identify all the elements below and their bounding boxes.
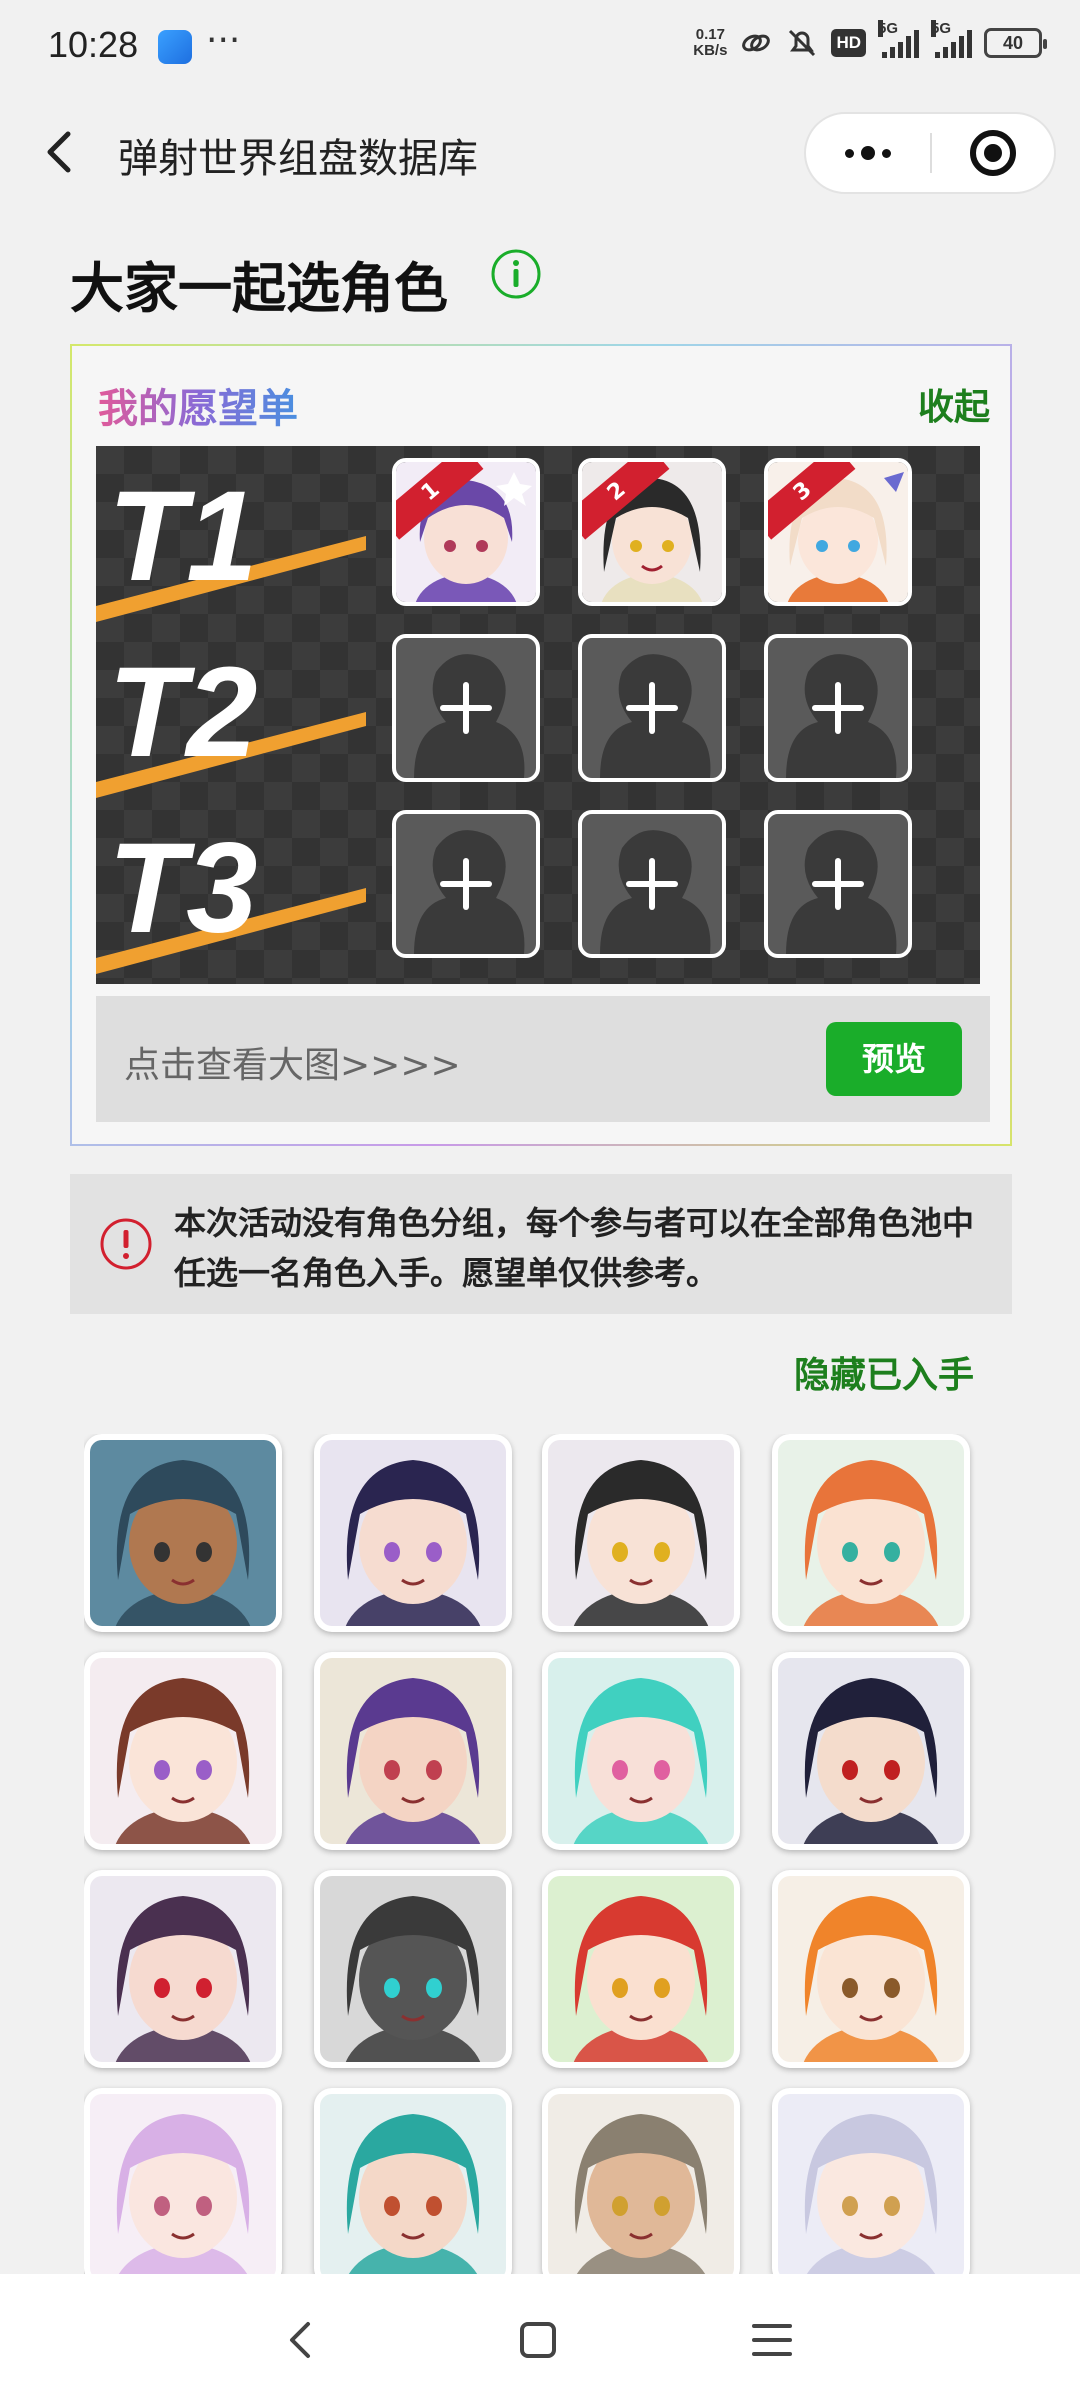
- system-nav-bar: [0, 2274, 1080, 2400]
- portrait-black-hair-fang-girl: [548, 1440, 734, 1626]
- info-icon: [100, 1218, 152, 1270]
- character-card-pirate-captain[interactable]: [84, 1434, 282, 1632]
- link-icon: [742, 34, 771, 52]
- app-notification-icon: [158, 30, 192, 64]
- network-speed: 0.17 KB/s: [693, 26, 728, 59]
- character-card-red-hat-girl[interactable]: [542, 1870, 740, 2068]
- tier-slot-t3-2[interactable]: [578, 810, 726, 958]
- mute-bell-icon: [789, 29, 816, 57]
- character-card-navy-hair-girl[interactable]: [314, 1434, 512, 1632]
- portrait-red-hat-girl: [548, 1876, 734, 2062]
- portrait-orange-hair-girl: [778, 1440, 964, 1626]
- character-card-armored-robot[interactable]: [314, 1870, 512, 2068]
- character-card-teal-hair-girl[interactable]: [542, 1652, 740, 1850]
- hd-badge: HD: [831, 29, 866, 57]
- nav-title: 弹射世界组盘数据库: [118, 136, 478, 182]
- portrait-grey-hair-man: [548, 2094, 734, 2274]
- portrait-lilac-hair-girl: [90, 2094, 276, 2274]
- portrait-cyan-hair-boy: [320, 2094, 506, 2274]
- tier-slot-t3-3[interactable]: [764, 810, 912, 958]
- portrait-teal-hair-girl: [548, 1658, 734, 1844]
- nav-bar: 弹射世界组盘数据库: [0, 100, 1080, 204]
- tier-label-t3-text: T3: [108, 817, 257, 960]
- tier-slot-t1-1[interactable]: 1: [392, 458, 540, 606]
- collapse-button[interactable]: 收起: [918, 378, 990, 430]
- tier-label-t3: T3: [96, 817, 366, 974]
- tier-slot-t2-1[interactable]: [392, 634, 540, 782]
- character-card-orange-hair-winking-girl[interactable]: [772, 1870, 970, 2068]
- character-card-horse-girl[interactable]: [84, 1652, 282, 1850]
- battery-indicator: 40: [984, 28, 1047, 58]
- mini-program-capsule: [804, 112, 1056, 194]
- more-button[interactable]: [806, 114, 930, 192]
- status-time: 10:28: [48, 24, 139, 65]
- notice-banner: 本次活动没有角色分组，每个参与者可以在全部角色池中任选一名角色入手。愿望单仅供参…: [70, 1174, 1012, 1314]
- system-menu-button[interactable]: [742, 2310, 802, 2370]
- character-card-grey-hair-man[interactable]: [542, 2088, 740, 2274]
- tier-slot-t2-2[interactable]: [578, 634, 726, 782]
- portrait-armored-robot: [320, 1876, 506, 2062]
- close-mini-program-button[interactable]: [932, 114, 1054, 192]
- status-bar: 10:28 ··· 0.17 KB/s HD 5G 5G 40: [0, 0, 1080, 90]
- notice-text: 本次活动没有角色分组，每个参与者可以在全部角色池中任选一名角色入手。愿望单仅供参…: [174, 1204, 975, 1292]
- character-card-cyan-hair-boy[interactable]: [314, 2088, 512, 2274]
- portrait-pirate-captain: [90, 1440, 276, 1626]
- portrait-orange-hair-winking-girl: [778, 1876, 964, 2062]
- tier-label-t2-text: T2: [108, 641, 257, 784]
- back-button[interactable]: [36, 122, 84, 182]
- portrait-silver-hair-girl: [778, 2094, 964, 2274]
- system-home-button[interactable]: [508, 2310, 568, 2370]
- tier-row-t3: T3: [96, 798, 980, 974]
- tier-slot-t1-2[interactable]: 2: [578, 458, 726, 606]
- character-card-red-black-hair-boy[interactable]: [772, 1652, 970, 1850]
- portrait-horse-girl: [90, 1658, 276, 1844]
- portrait-red-black-hair-boy: [778, 1658, 964, 1844]
- info-icon[interactable]: [490, 248, 542, 300]
- hide-owned-toggle[interactable]: 隐藏已入手: [794, 1346, 974, 1398]
- character-card-lilac-hair-girl[interactable]: [84, 2088, 282, 2274]
- preview-button[interactable]: 预览: [826, 1022, 962, 1096]
- portrait-demon-horn-girl: [90, 1876, 276, 2062]
- tier-label-t1-text: T1: [108, 465, 257, 608]
- more-notifications-icon: ···: [206, 20, 241, 61]
- tier-label-t2: T2: [96, 641, 366, 798]
- portrait-navy-hair-girl: [320, 1440, 506, 1626]
- view-large-image-link[interactable]: 点击查看大图>>>>: [124, 1036, 461, 1088]
- signal-5g-1-icon: 5G: [878, 20, 919, 58]
- tier-row-t2: T2: [96, 622, 980, 798]
- character-card-black-hair-fang-girl[interactable]: [542, 1434, 740, 1632]
- character-grid: [84, 1434, 984, 2274]
- page-title: 大家一起选角色: [70, 257, 448, 320]
- character-card-demon-horn-girl[interactable]: [84, 1870, 282, 2068]
- portrait-purple-hair-woman: [320, 1658, 506, 1844]
- character-card-orange-hair-girl[interactable]: [772, 1434, 970, 1632]
- tier-board: T1 1 2 3 T2 T3: [96, 446, 980, 984]
- tier-slot-t3-1[interactable]: [392, 810, 540, 958]
- tier-slot-t1-3[interactable]: 3: [764, 458, 912, 606]
- wishlist-title: 我的愿望单: [98, 376, 298, 434]
- preview-bar: 点击查看大图>>>> 预览: [96, 996, 990, 1122]
- system-back-button[interactable]: [272, 2310, 332, 2370]
- signal-5g-2-icon: 5G: [931, 20, 972, 58]
- character-card-silver-hair-girl[interactable]: [772, 2088, 970, 2274]
- wishlist-card: 我的愿望单 收起 T1 1 2 3 T2 T3 点击查看大图>>>> 预览: [70, 344, 1012, 1146]
- status-icons: 0.17 KB/s HD 5G 5G 40: [693, 20, 1047, 60]
- tier-slot-t2-3[interactable]: [764, 634, 912, 782]
- tier-row-t1: T1 1 2 3: [96, 446, 980, 622]
- tier-label-t1: T1: [96, 465, 366, 622]
- character-card-purple-hair-woman[interactable]: [314, 1652, 512, 1850]
- target-icon: [969, 130, 1016, 176]
